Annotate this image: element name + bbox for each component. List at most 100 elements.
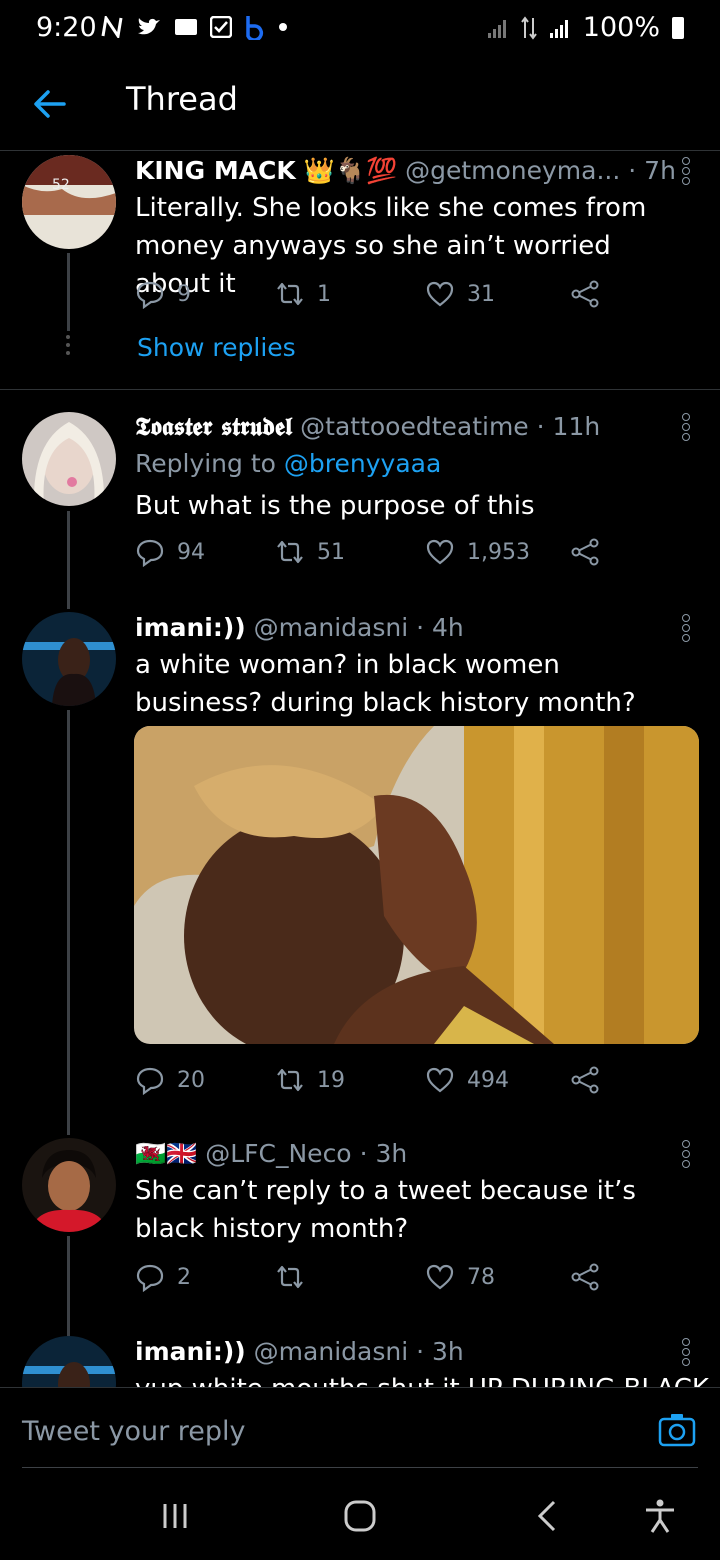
retweet-button[interactable]: 51	[275, 537, 345, 567]
thread-line	[67, 511, 70, 609]
page-title: Thread	[126, 80, 238, 118]
back-icon[interactable]	[528, 1498, 568, 1534]
system-nav-bar	[0, 1468, 720, 1560]
signal-icon	[487, 19, 506, 38]
share-button[interactable]	[570, 537, 600, 567]
display-name[interactable]: 𝕿𝖔𝖆𝖘𝖙𝖊𝖗 𝖘𝖙𝖗𝖚𝖉𝖊𝖑	[135, 412, 292, 441]
tweet[interactable]: 𝕿𝖔𝖆𝖘𝖙𝖊𝖗 𝖘𝖙𝖗𝖚𝖉𝖊𝖑 @tattooedteatime · 11h R…	[0, 409, 720, 609]
handle[interactable]: @LFC_Neco	[205, 1139, 351, 1168]
like-count: 31	[467, 281, 495, 307]
retweet-button[interactable]	[275, 1262, 317, 1292]
like-button[interactable]: 494	[425, 1065, 509, 1095]
tweet-text: But what is the purpose of this	[135, 491, 535, 521]
share-button[interactable]	[570, 1065, 600, 1095]
reply-count: 94	[177, 539, 205, 565]
reply-composer: Tweet your reply	[0, 1387, 720, 1468]
tweet-content: 𝕿𝖔𝖆𝖘𝖙𝖊𝖗 𝖘𝖙𝖗𝖚𝖉𝖊𝖑 @tattooedteatime · 11h R…	[135, 409, 680, 525]
home-icon[interactable]	[340, 1498, 380, 1534]
dot-icon	[279, 23, 287, 31]
avatar[interactable]	[22, 612, 116, 706]
svg-text:52: 52	[52, 177, 70, 193]
battery-percent: 100%	[582, 12, 660, 43]
meme-photo	[134, 726, 699, 1044]
tweet[interactable]: imani:)) @manidasni · 4h a white woman? …	[0, 610, 720, 1135]
avatar[interactable]: 52	[22, 155, 116, 249]
tweet-meta: 𝕿𝖔𝖆𝖘𝖙𝖊𝖗 𝖘𝖙𝖗𝖚𝖉𝖊𝖑 @tattooedteatime · 11h	[135, 409, 680, 445]
more-icon[interactable]	[682, 413, 692, 443]
tweet-actions: 9 1 31	[135, 279, 615, 319]
thread-line	[67, 710, 70, 1135]
tweet-text: yup white mouths shut it UP DURING BLACK	[135, 1370, 709, 1387]
reply-button[interactable]: 94	[135, 537, 205, 567]
more-icon[interactable]	[682, 614, 692, 644]
like-icon	[426, 1264, 454, 1290]
handle[interactable]: @manidasni	[254, 1337, 408, 1366]
avatar[interactable]	[22, 1138, 116, 1232]
handle[interactable]: @tattooedteatime	[300, 412, 529, 441]
retweet-icon	[277, 1265, 303, 1289]
like-button[interactable]: 78	[425, 1262, 495, 1292]
signal-icon-2	[549, 19, 568, 38]
thread-dots	[63, 331, 73, 359]
like-button[interactable]: 1,953	[425, 537, 530, 567]
like-count: 78	[467, 1264, 495, 1290]
handle[interactable]: @getmoneyma...	[405, 156, 620, 185]
tweet[interactable]: 52 KING MACK 👑🐐💯 @getmoneyma... · 7h Lit…	[0, 151, 720, 389]
status-right: 100%	[487, 12, 684, 43]
name-emojis: 👑🐐💯	[303, 156, 398, 185]
handle[interactable]: @manidasni	[254, 613, 408, 642]
avatar-image	[22, 412, 116, 506]
tweet-media-image[interactable]	[134, 726, 699, 1044]
tweet-text: a white woman? in black women business? …	[135, 650, 636, 718]
retweet-icon	[277, 282, 303, 306]
like-button[interactable]: 31	[425, 279, 495, 309]
reply-count: 2	[177, 1264, 191, 1290]
mention-link[interactable]: @brenyyaaa	[284, 449, 441, 478]
share-icon	[571, 1263, 599, 1291]
share-button[interactable]	[570, 1262, 600, 1292]
thread-line	[67, 1236, 70, 1336]
avatar[interactable]	[22, 1336, 116, 1387]
avatar-image	[22, 612, 116, 706]
thread-line	[67, 253, 70, 331]
battery-icon	[672, 16, 684, 39]
tweet[interactable]: 🏴󠁧󠁢󠁷󠁬󠁳󠁿🇬🇧 @LFC_Neco · 3h She can’t reply…	[0, 1136, 720, 1336]
more-icon[interactable]	[682, 1140, 692, 1170]
accessibility-icon[interactable]	[640, 1498, 680, 1534]
reply-count: 9	[177, 281, 191, 307]
tweet-feed[interactable]: 52 KING MACK 👑🐐💯 @getmoneyma... · 7h Lit…	[0, 151, 720, 1387]
reply-icon	[136, 539, 164, 567]
tweet-meta: imani:)) @manidasni · 4h	[135, 610, 680, 646]
show-replies-link[interactable]: Show replies	[137, 333, 296, 362]
camera-icon[interactable]	[658, 1412, 696, 1448]
share-button[interactable]	[570, 279, 600, 309]
back-arrow-icon[interactable]	[32, 86, 68, 122]
retweet-button[interactable]: 1	[275, 279, 331, 309]
reply-button[interactable]: 9	[135, 279, 191, 309]
more-icon[interactable]	[682, 1338, 692, 1368]
display-name[interactable]: imani:))	[135, 613, 246, 642]
recents-icon[interactable]	[155, 1498, 195, 1534]
timestamp: · 4h	[416, 613, 464, 642]
retweet-count: 51	[317, 539, 345, 565]
retweet-button[interactable]: 19	[275, 1065, 345, 1095]
retweet-icon	[277, 540, 303, 564]
display-name[interactable]: imani:))	[135, 1337, 246, 1366]
tweet[interactable]: imani:)) @manidasni · 3h yup white mouth…	[0, 1334, 720, 1387]
replying-to: Replying to @brenyyaaa	[135, 445, 680, 483]
like-icon	[426, 281, 454, 307]
notification-n-icon	[101, 16, 123, 38]
display-name[interactable]: KING MACK	[135, 156, 296, 185]
display-name-flags[interactable]: 🏴󠁧󠁢󠁷󠁬󠁳󠁿🇬🇧	[135, 1139, 197, 1168]
more-icon[interactable]	[682, 157, 692, 187]
reply-input[interactable]: Tweet your reply	[22, 1416, 246, 1447]
reply-button[interactable]: 20	[135, 1065, 205, 1095]
share-icon	[571, 280, 599, 308]
reply-button[interactable]: 2	[135, 1262, 191, 1292]
checkbox-icon	[210, 16, 232, 38]
tweet-actions: 94 51 1,953	[135, 537, 615, 577]
avatar-image	[22, 1138, 116, 1232]
avatar[interactable]	[22, 412, 116, 506]
retweet-icon	[277, 1068, 303, 1092]
retweet-count: 19	[317, 1067, 345, 1093]
